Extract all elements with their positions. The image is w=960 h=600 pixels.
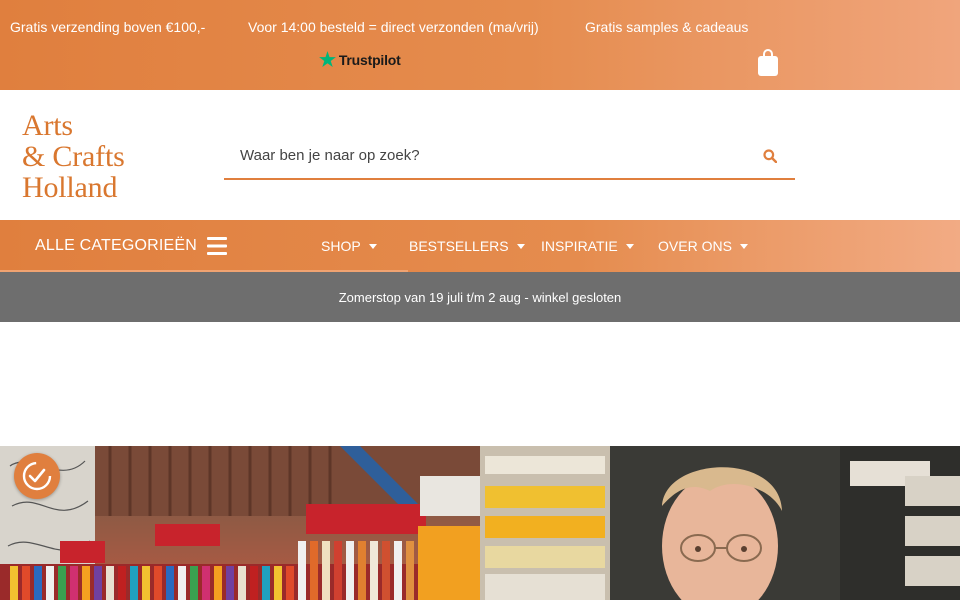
all-categories-label: ALLE CATEGORIEËN	[35, 237, 198, 254]
search-button[interactable]	[745, 134, 795, 178]
caret-down-icon	[739, 243, 748, 249]
accessibility-badge-button[interactable]	[14, 453, 60, 499]
shopping-bag-icon	[758, 49, 778, 76]
nav-item-shop[interactable]: SHOP	[321, 220, 377, 272]
search-input[interactable]	[224, 147, 745, 164]
logo-line-1: Arts	[22, 109, 73, 142]
site-header: Arts & Crafts Holland	[0, 90, 960, 220]
hamburger-icon	[207, 237, 228, 255]
notice-text: Zomerstop van 19 juli t/m 2 aug - winkel…	[338, 289, 622, 305]
search-bar	[224, 133, 795, 180]
caret-down-icon	[625, 243, 634, 249]
usp-free-shipping: Gratis verzending boven €100,-	[10, 19, 206, 35]
top-promo-bar: Gratis verzending boven €100,- Voor 14:0…	[0, 0, 960, 90]
nav-item-label: SHOP	[321, 238, 361, 254]
store-shelves-illustration	[0, 446, 480, 600]
search-icon	[763, 148, 777, 163]
logo-line-3: Holland	[22, 171, 118, 204]
main-nav: ALLE CATEGORIEËN SHOP BESTSELLERS INSPIR…	[0, 220, 960, 272]
caret-down-icon	[516, 243, 525, 249]
usp-free-samples: Gratis samples & cadeaus	[585, 19, 749, 35]
notice-bar: Zomerstop van 19 juli t/m 2 aug - winkel…	[0, 272, 960, 322]
logo-line-2: & Crafts	[22, 140, 125, 173]
caret-down-icon	[368, 243, 377, 249]
nav-item-over-ons[interactable]: OVER ONS	[658, 220, 748, 272]
all-categories-button[interactable]: ALLE CATEGORIEËN	[35, 220, 228, 272]
nav-item-inspiratie[interactable]: INSPIRATIE	[541, 220, 634, 272]
trustpilot-link[interactable]: ★ Trustpilot	[319, 50, 401, 70]
employee-portrait-illustration	[480, 446, 960, 600]
store-paint-shelves-photo[interactable]	[0, 446, 480, 600]
nav-item-bestsellers[interactable]: BESTSELLERS	[409, 220, 525, 272]
employee-portrait-photo[interactable]	[480, 446, 960, 600]
star-icon: ★	[319, 49, 336, 71]
nav-item-label: OVER ONS	[658, 238, 732, 254]
usp-fast-delivery: Voor 14:00 besteld = direct verzonden (m…	[248, 19, 539, 35]
nav-item-label: BESTSELLERS	[409, 238, 509, 254]
site-logo[interactable]: Arts & Crafts Holland	[22, 110, 125, 203]
accessibility-check-icon	[22, 461, 52, 491]
nav-item-label: INSPIRATIE	[541, 238, 618, 254]
cart-button[interactable]	[758, 48, 778, 76]
trustpilot-label: Trustpilot	[338, 52, 401, 68]
